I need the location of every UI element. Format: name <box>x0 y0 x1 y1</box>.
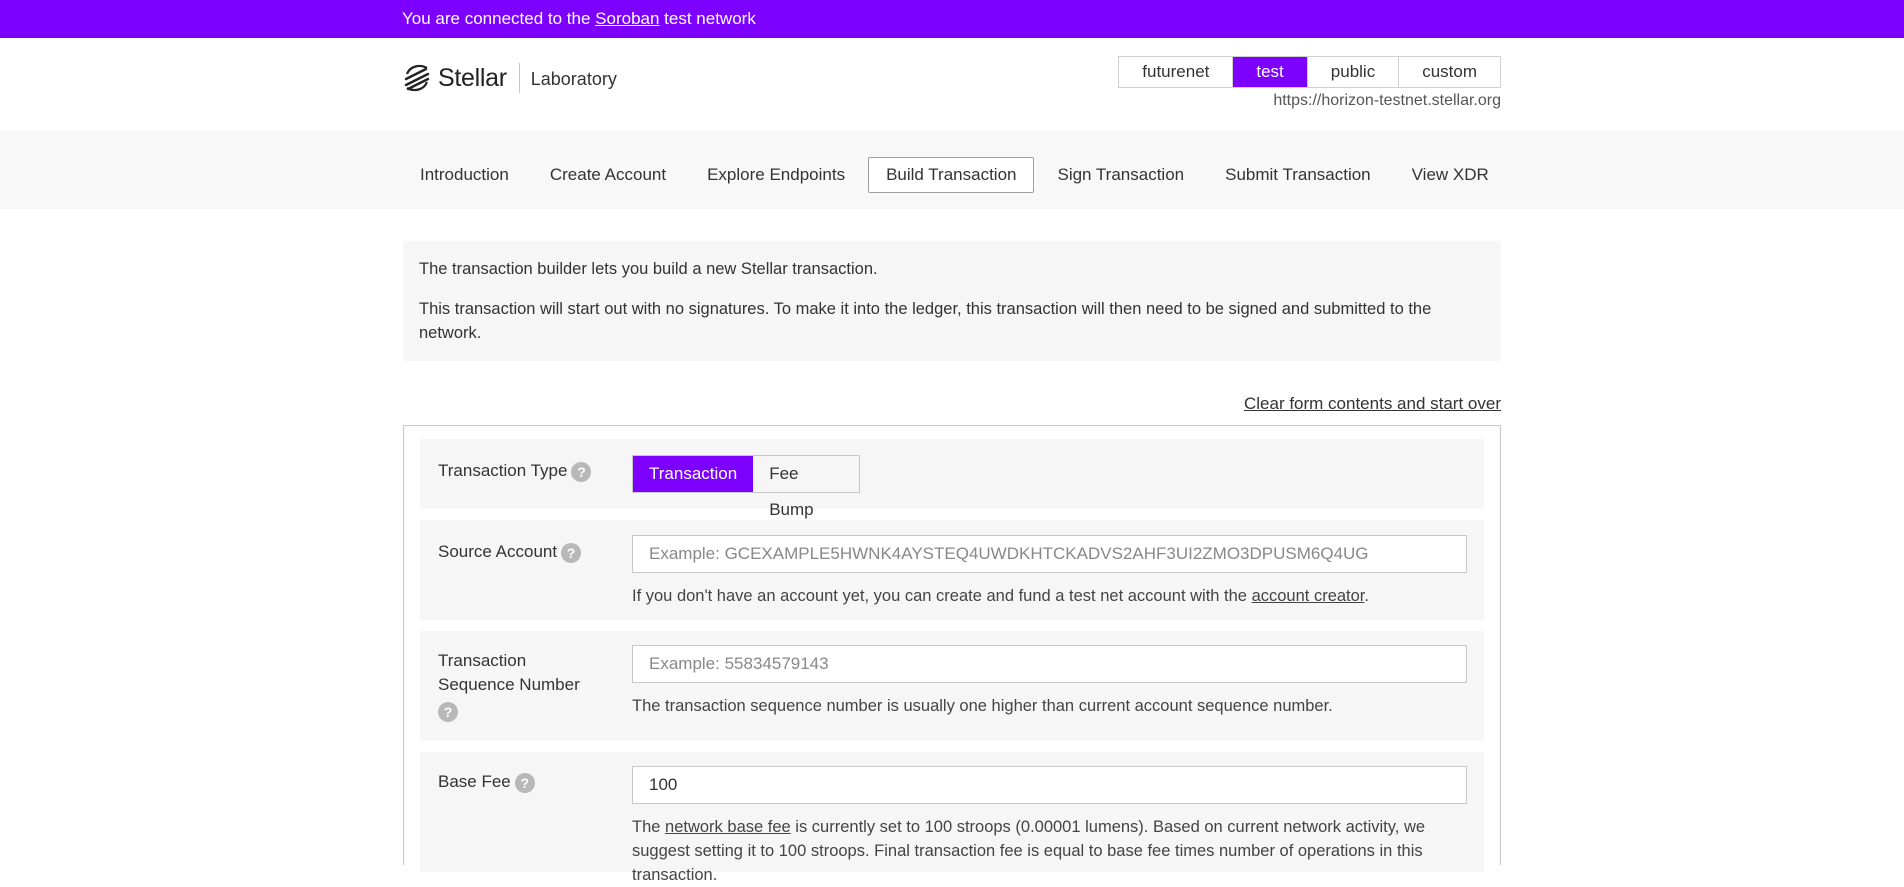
network-url: https://horizon-testnet.stellar.org <box>1273 92 1501 109</box>
logo-subtitle: Laboratory <box>530 69 617 89</box>
source-account-input[interactable] <box>632 535 1467 573</box>
help-icon[interactable]: ? <box>561 542 582 563</box>
nav-create-account[interactable]: Create Account <box>532 157 684 193</box>
network-switcher: futurenet test public custom <box>1118 56 1501 88</box>
sequence-number-hint: The transaction sequence number is usual… <box>632 697 1333 715</box>
nav-submit-transaction[interactable]: Submit Transaction <box>1207 157 1389 193</box>
network-test-button[interactable]: test <box>1233 57 1308 87</box>
stellar-logo-icon <box>404 64 430 92</box>
nav-introduction[interactable]: Introduction <box>402 157 527 193</box>
source-account-hint: If you don't have an account yet, you ca… <box>632 587 1369 605</box>
network-custom-button[interactable]: custom <box>1399 57 1500 87</box>
intro-panel: The transaction builder lets you build a… <box>403 241 1501 361</box>
banner-suffix: test network <box>664 9 756 28</box>
intro-text-2: This transaction will start out with no … <box>419 300 1432 342</box>
type-fee-bump-button[interactable]: Fee Bump <box>753 456 859 519</box>
logo-text: Stellar <box>438 63 507 92</box>
help-icon[interactable]: ? <box>438 701 458 722</box>
nav-sign-transaction[interactable]: Sign Transaction <box>1039 157 1202 193</box>
transaction-form: Transaction Type? Transaction Fee Bump S… <box>403 425 1501 884</box>
header: Stellar Laboratory futurenet test public… <box>0 38 1904 131</box>
sequence-number-row: Transaction Sequence Number ? The transa… <box>420 631 1484 741</box>
nav-build-transaction[interactable]: Build Transaction <box>868 157 1035 193</box>
network-public-button[interactable]: public <box>1307 57 1400 87</box>
network-base-fee-link[interactable]: network base fee <box>665 818 791 836</box>
main-nav: Introduction Create Account Explore Endp… <box>0 131 1904 209</box>
sequence-number-input[interactable] <box>632 645 1467 683</box>
base-fee-hint: The network base fee is currently set to… <box>632 818 1426 884</box>
base-fee-label: Base Fee? <box>438 770 535 794</box>
soroban-link[interactable]: Soroban <box>595 9 659 28</box>
banner-prefix: You are connected to the <box>402 9 591 28</box>
base-fee-row: Base Fee? The network base fee is curren… <box>420 752 1484 884</box>
base-fee-input[interactable] <box>632 766 1467 804</box>
help-icon[interactable]: ? <box>514 772 535 793</box>
logo-divider <box>518 63 520 93</box>
type-transaction-button[interactable]: Transaction <box>633 456 754 492</box>
source-account-row: Source Account? If you don't have an acc… <box>420 520 1484 620</box>
help-icon[interactable]: ? <box>571 461 592 482</box>
sequence-number-label: Transaction Sequence Number ? <box>438 651 580 722</box>
network-futurenet-button[interactable]: futurenet <box>1119 57 1234 87</box>
transaction-type-toggle: Transaction Fee Bump <box>632 455 860 519</box>
network-banner: You are connected to the Soroban test ne… <box>0 0 1904 38</box>
stellar-logo[interactable]: Stellar Laboratory <box>402 62 617 94</box>
transaction-type-label: Transaction Type? <box>438 459 592 483</box>
account-creator-link[interactable]: account creator <box>1252 587 1365 605</box>
nav-explore-endpoints[interactable]: Explore Endpoints <box>689 157 863 193</box>
intro-text-1: The transaction builder lets you build a… <box>419 260 878 278</box>
clear-form-link[interactable]: Clear form contents and start over <box>1244 394 1501 414</box>
transaction-type-row: Transaction Type? Transaction Fee Bump <box>420 439 1484 519</box>
nav-view-xdr[interactable]: View XDR <box>1394 157 1507 193</box>
source-account-label: Source Account? <box>438 540 582 564</box>
